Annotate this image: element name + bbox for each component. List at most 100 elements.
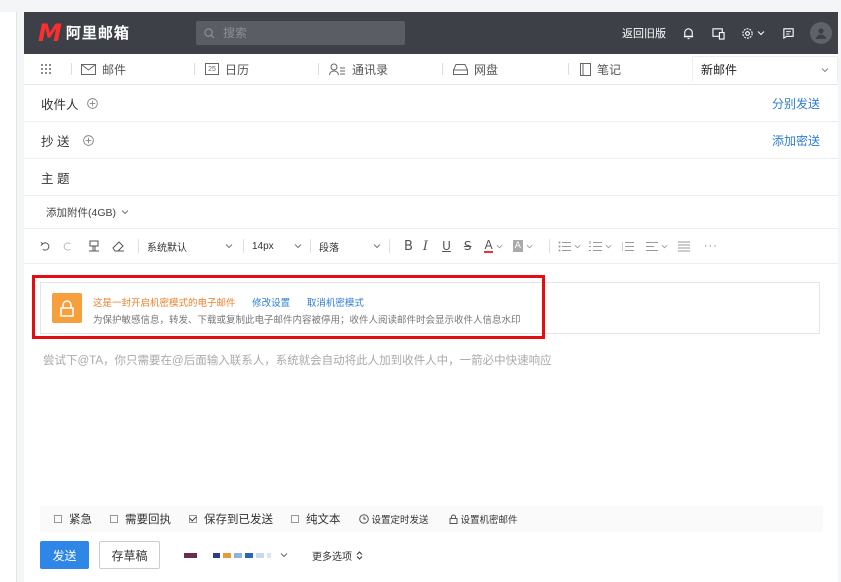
nav-item-contacts[interactable]: 通讯录	[329, 54, 388, 84]
confidential-mail-button[interactable]: 设置机密邮件	[449, 512, 518, 526]
clock-icon	[358, 514, 369, 524]
cc-row[interactable]: 抄 送 添加密送	[24, 122, 838, 159]
attach-row[interactable]: 添加附件(4GB)	[24, 196, 838, 229]
logo-icon: M	[38, 18, 62, 47]
paragraph-select[interactable]: 段落	[319, 239, 381, 254]
nav-item-drive[interactable]: 网盘	[453, 54, 498, 84]
strikethrough-icon[interactable]: S	[464, 239, 472, 253]
receipt-label: 需要回执	[125, 514, 171, 526]
nav-label-calendar: 日历	[225, 62, 250, 77]
format-painter-icon[interactable]	[88, 240, 112, 252]
bell-icon[interactable]	[680, 25, 696, 41]
swatch	[200, 552, 210, 558]
recipient-label: 收件人	[41, 97, 79, 112]
editor-body[interactable]: 这是一封开启机密模式的电子邮件 修改设置 取消机密模式 为保护敏感信息，转发、下…	[24, 264, 838, 492]
align-icon[interactable]	[645, 241, 668, 252]
underline-icon[interactable]: U	[442, 239, 451, 253]
back-old-version-link[interactable]: 返回旧版	[622, 25, 666, 41]
save-sent-label: 保存到已发送	[204, 514, 273, 526]
nav-label-contacts: 通讯录	[352, 62, 389, 77]
font-size-select[interactable]: 14px	[252, 241, 302, 252]
up-down-icon	[356, 550, 363, 560]
nav-label-mail: 邮件	[102, 62, 127, 77]
redo-icon[interactable]	[62, 241, 88, 252]
nav-item-mail[interactable]: 邮件	[81, 54, 126, 84]
editor-hint: 尝试下@TA，你只需要在@后面输入联系人，系统就会自动将此人加到收件人中，一箭必…	[43, 355, 552, 367]
send-separately-link[interactable]: 分别发送	[772, 95, 820, 112]
background-color-icon[interactable]: A	[512, 240, 533, 252]
swatch	[256, 552, 264, 558]
notes-icon	[580, 62, 591, 76]
bullet-list-icon[interactable]	[558, 241, 581, 252]
chevron-down-icon	[757, 31, 765, 36]
chevron-down-icon[interactable]	[121, 208, 129, 216]
logo[interactable]: M 阿里邮箱	[38, 18, 130, 47]
option-save-sent[interactable]: 保存到已发送	[189, 511, 273, 527]
add-recipient-icon[interactable]	[86, 97, 98, 109]
sender-swatches[interactable]	[184, 551, 288, 559]
receipt-checkbox[interactable]	[110, 515, 118, 523]
urgent-label: 紧急	[69, 514, 92, 526]
search-box[interactable]	[196, 21, 405, 45]
send-options: 紧急 需要回执 保存到已发送 纯文本 设置定时发送 设置机密邮件	[40, 506, 823, 532]
option-plain-text[interactable]: 纯文本	[291, 511, 341, 527]
nav-item-calendar[interactable]: 25 日历	[205, 54, 249, 84]
apps-grid-icon[interactable]	[40, 54, 52, 84]
option-urgent[interactable]: 紧急	[54, 511, 92, 527]
undo-icon[interactable]	[40, 241, 62, 252]
indent-icon[interactable]	[621, 241, 634, 252]
eraser-icon[interactable]	[112, 240, 130, 252]
mail-icon	[81, 63, 96, 75]
more-tools-icon[interactable]: ···	[704, 240, 718, 252]
nav-label-notes: 笔记	[597, 62, 622, 77]
add-attachment-button[interactable]: 添加附件(4GB)	[46, 205, 116, 220]
more-options-button[interactable]: 更多选项	[312, 548, 363, 563]
schedule-label: 设置定时发送	[371, 515, 429, 526]
add-cc-icon[interactable]	[83, 134, 95, 146]
add-bcc-link[interactable]: 添加密送	[772, 132, 820, 149]
mail-app: M 阿里邮箱 返回旧版	[24, 12, 838, 582]
font-color-icon[interactable]: A	[484, 239, 503, 253]
nav-item-notes[interactable]: 笔记	[580, 54, 621, 84]
nav-label-drive: 网盘	[474, 62, 499, 77]
save-sent-checkbox[interactable]	[189, 515, 197, 523]
chevron-down-icon	[225, 244, 233, 249]
numbered-list-icon[interactable]	[588, 240, 612, 252]
option-receipt[interactable]: 需要回执	[110, 511, 171, 527]
italic-icon[interactable]: I	[423, 239, 428, 254]
swatch	[223, 552, 231, 558]
subject-row[interactable]: 主 题	[24, 159, 838, 196]
chevron-down-icon	[373, 244, 381, 249]
message-icon[interactable]	[780, 25, 796, 41]
outer-sidebar	[0, 12, 17, 582]
logo-text: 阿里邮箱	[65, 25, 130, 42]
action-bar: 发送 存草稿 更多选项	[40, 541, 363, 569]
bold-icon[interactable]: B	[404, 239, 413, 254]
subject-label: 主 题	[41, 171, 70, 186]
swatch	[267, 552, 271, 558]
editor-toolbar: 系统默认 14px 段落 B I U S A A ···	[24, 229, 838, 264]
save-draft-button[interactable]: 存草稿	[99, 541, 160, 569]
font-family-select[interactable]: 系统默认	[147, 239, 233, 254]
plain-text-checkbox[interactable]	[291, 515, 299, 523]
chevron-down-icon[interactable]	[821, 66, 829, 74]
swatch	[184, 552, 197, 558]
urgent-checkbox[interactable]	[54, 515, 62, 523]
avatar[interactable]	[810, 22, 832, 44]
tab-new-mail[interactable]: 新邮件	[692, 56, 838, 82]
font-family-value: 系统默认	[147, 242, 187, 254]
more-options-label: 更多选项	[312, 551, 352, 563]
send-button[interactable]: 发送	[40, 541, 89, 569]
contacts-icon	[329, 63, 345, 75]
cc-label: 抄 送	[41, 134, 70, 149]
chevron-down-icon[interactable]	[280, 551, 288, 559]
search-input[interactable]	[221, 25, 395, 41]
schedule-send-button[interactable]: 设置定时发送	[358, 512, 429, 526]
plain-text-label: 纯文本	[306, 514, 341, 526]
device-icon[interactable]	[710, 25, 726, 41]
paragraph-value: 段落	[319, 242, 339, 254]
font-size-value: 14px	[252, 240, 274, 252]
settings-icon[interactable]	[740, 25, 766, 41]
line-height-icon[interactable]	[677, 241, 690, 252]
recipient-row[interactable]: 收件人 分别发送	[24, 85, 838, 122]
